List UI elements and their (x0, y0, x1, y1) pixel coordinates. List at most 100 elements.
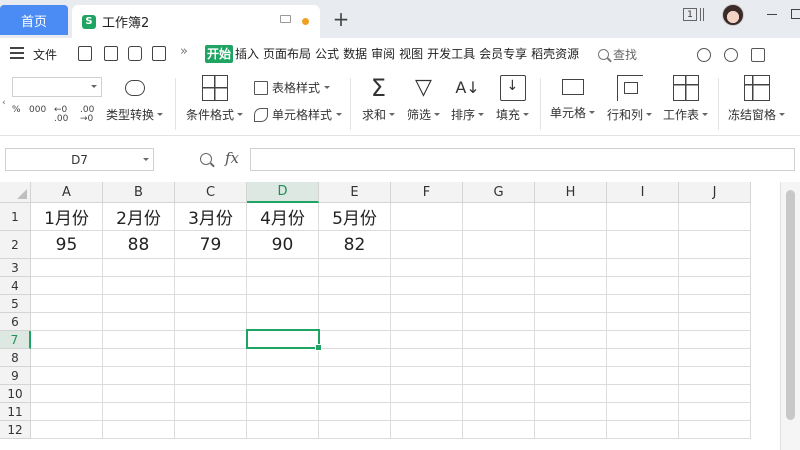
cell-i8[interactable] (607, 349, 679, 367)
cell-i11[interactable] (607, 403, 679, 421)
cell-e5[interactable] (319, 295, 391, 313)
cell-c12[interactable] (175, 421, 247, 439)
cell-g2[interactable] (463, 231, 535, 259)
window-count-icon[interactable]: 1 (683, 8, 697, 21)
cell-f9[interactable] (391, 367, 463, 385)
cell-h3[interactable] (535, 259, 607, 277)
cell-e12[interactable] (319, 421, 391, 439)
cell-h12[interactable] (535, 421, 607, 439)
tab-developer[interactable]: 开发工具 (425, 45, 477, 63)
cell-f8[interactable] (391, 349, 463, 367)
cell-a2[interactable]: 95 (31, 231, 103, 259)
cell-g6[interactable] (463, 313, 535, 331)
cell-c5[interactable] (175, 295, 247, 313)
cell-g7[interactable] (463, 331, 535, 349)
cell-i10[interactable] (607, 385, 679, 403)
export-icon[interactable] (104, 46, 118, 61)
cell-f7[interactable] (391, 331, 463, 349)
cell-e7[interactable] (319, 331, 391, 349)
cell-d3[interactable] (247, 259, 319, 277)
row-header-3[interactable]: 3 (0, 259, 31, 277)
cell-b1[interactable]: 2月份 (103, 203, 175, 231)
cell-e8[interactable] (319, 349, 391, 367)
cell-i5[interactable] (607, 295, 679, 313)
row-header-2[interactable]: 2 (0, 231, 31, 259)
row-header-11[interactable]: 11 (0, 403, 31, 421)
cell-b2[interactable]: 88 (103, 231, 175, 259)
cell-c2[interactable]: 79 (175, 231, 247, 259)
cell-b4[interactable] (103, 277, 175, 295)
tab-home[interactable]: 开始 (205, 45, 234, 63)
cell-a5[interactable] (31, 295, 103, 313)
cell-j8[interactable] (679, 349, 751, 367)
column-header-f[interactable]: F (391, 182, 463, 203)
cell-g8[interactable] (463, 349, 535, 367)
cell-i2[interactable] (607, 231, 679, 259)
cell-d4[interactable] (247, 277, 319, 295)
cell-g9[interactable] (463, 367, 535, 385)
cell-b3[interactable] (103, 259, 175, 277)
freeze-panes-button[interactable]: 冻结窗格 (728, 75, 785, 123)
cell-a10[interactable] (31, 385, 103, 403)
tab-review[interactable]: 审阅 (369, 45, 397, 63)
cell-j9[interactable] (679, 367, 751, 385)
cell-b12[interactable] (103, 421, 175, 439)
zoom-icon[interactable] (200, 153, 212, 165)
column-header-d[interactable]: D (247, 182, 319, 203)
cell-d6[interactable] (247, 313, 319, 331)
cell-h1[interactable] (535, 203, 607, 231)
file-menu[interactable]: 文件 (33, 46, 57, 63)
cell-f5[interactable] (391, 295, 463, 313)
cell-f10[interactable] (391, 385, 463, 403)
cell-i7[interactable] (607, 331, 679, 349)
cell-f3[interactable] (391, 259, 463, 277)
cell-d11[interactable] (247, 403, 319, 421)
avatar[interactable] (722, 4, 744, 26)
cell-j1[interactable] (679, 203, 751, 231)
cell-a8[interactable] (31, 349, 103, 367)
filter-button[interactable]: ▽ 筛选 (407, 75, 440, 123)
conditional-format-button[interactable]: 条件格式 (186, 75, 243, 123)
cell-a3[interactable] (31, 259, 103, 277)
row-header-4[interactable]: 4 (0, 277, 31, 295)
cell-h2[interactable] (535, 231, 607, 259)
cell-j4[interactable] (679, 277, 751, 295)
increase-decimal-button[interactable]: ←0 .00 (54, 106, 72, 124)
cell-c3[interactable] (175, 259, 247, 277)
cell-d7[interactable] (247, 331, 319, 349)
cell-j2[interactable] (679, 231, 751, 259)
share-icon[interactable] (751, 48, 765, 62)
cell-f1[interactable] (391, 203, 463, 231)
cell-b11[interactable] (103, 403, 175, 421)
cell-g3[interactable] (463, 259, 535, 277)
cell-i1[interactable] (607, 203, 679, 231)
cell-e11[interactable] (319, 403, 391, 421)
collaborate-icon[interactable] (724, 48, 738, 62)
cell-j10[interactable] (679, 385, 751, 403)
scrollbar-thumb[interactable] (786, 190, 795, 420)
cell-h5[interactable] (535, 295, 607, 313)
cell-d10[interactable] (247, 385, 319, 403)
column-header-g[interactable]: G (463, 182, 535, 203)
cell-g4[interactable] (463, 277, 535, 295)
cell-style-button[interactable]: 单元格样式 (254, 106, 342, 123)
minimize-icon[interactable] (767, 14, 777, 15)
decrease-decimal-button[interactable]: .00 →0 (80, 106, 98, 124)
tab-member[interactable]: 会员专享 (477, 45, 529, 63)
cell-a11[interactable] (31, 403, 103, 421)
cell-j5[interactable] (679, 295, 751, 313)
type-convert-button[interactable]: 类型转换 (106, 75, 163, 123)
select-all-button[interactable] (0, 182, 31, 203)
cell-b8[interactable] (103, 349, 175, 367)
cell-d1[interactable]: 4月份 (247, 203, 319, 231)
cell-e6[interactable] (319, 313, 391, 331)
cell-d2[interactable]: 90 (247, 231, 319, 259)
row-header-6[interactable]: 6 (0, 313, 31, 331)
cell-d12[interactable] (247, 421, 319, 439)
fill-button[interactable]: 填充 (496, 75, 529, 123)
column-header-e[interactable]: E (319, 182, 391, 203)
hamburger-menu-icon[interactable] (10, 47, 24, 59)
cell-h9[interactable] (535, 367, 607, 385)
cell-g11[interactable] (463, 403, 535, 421)
row-header-10[interactable]: 10 (0, 385, 31, 403)
